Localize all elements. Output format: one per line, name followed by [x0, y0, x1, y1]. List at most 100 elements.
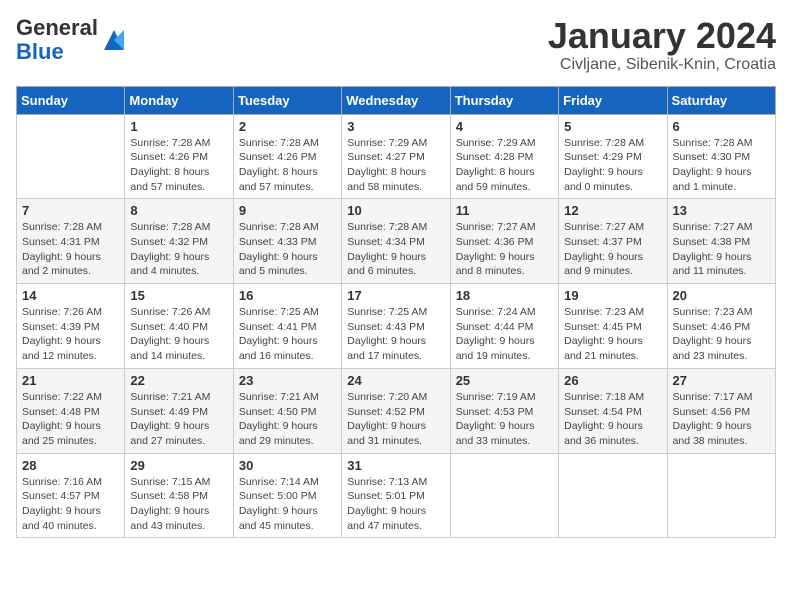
calendar-cell: 25 Sunrise: 7:19 AM Sunset: 4:53 PM Dayli…	[450, 368, 558, 453]
day-number: 28	[22, 458, 119, 473]
page-header: General Blue January 2024 Civljane, Sibe…	[16, 16, 776, 74]
day-info: Sunrise: 7:28 AM Sunset: 4:26 PM Dayligh…	[239, 136, 336, 195]
logo-general-text: General	[16, 15, 98, 40]
calendar-cell: 6Sunrise: 7:28 AM Sunset: 4:30 PM Daylig…	[667, 114, 775, 199]
day-info: Sunrise: 7:18 AM Sunset: 4:54 PM Dayligh…	[564, 390, 661, 449]
calendar-week-row: 1Sunrise: 7:28 AM Sunset: 4:26 PM Daylig…	[17, 114, 776, 199]
day-number: 20	[673, 288, 770, 303]
calendar-cell: 23Sunrise: 7:21 AM Sunset: 4:50 PM Dayli…	[233, 368, 341, 453]
column-header-thursday: Thursday	[450, 86, 558, 114]
calendar-cell: 7Sunrise: 7:28 AM Sunset: 4:31 PM Daylig…	[17, 199, 125, 284]
calendar-cell: 22Sunrise: 7:21 AM Sunset: 4:49 PM Dayli…	[125, 368, 233, 453]
day-number: 9	[239, 203, 336, 218]
calendar-cell: 30Sunrise: 7:14 AM Sunset: 5:00 PM Dayli…	[233, 453, 341, 538]
day-number: 2	[239, 119, 336, 134]
calendar-cell: 2 Sunrise: 7:28 AM Sunset: 4:26 PM Daylig…	[233, 114, 341, 199]
day-number: 19	[564, 288, 661, 303]
calendar-cell: 16 Sunrise: 7:25 AM Sunset: 4:41 PM Dayli…	[233, 284, 341, 369]
column-header-sunday: Sunday	[17, 86, 125, 114]
day-number: 26	[564, 373, 661, 388]
calendar-cell: 8 Sunrise: 7:28 AM Sunset: 4:32 PM Daylig…	[125, 199, 233, 284]
calendar-week-row: 21Sunrise: 7:22 AM Sunset: 4:48 PM Dayli…	[17, 368, 776, 453]
day-info: Sunrise: 7:19 AM Sunset: 4:53 PM Dayligh…	[456, 390, 553, 449]
day-number: 24	[347, 373, 444, 388]
column-header-saturday: Saturday	[667, 86, 775, 114]
day-number: 16	[239, 288, 336, 303]
calendar-cell: 19 Sunrise: 7:23 AM Sunset: 4:45 PM Dayli…	[559, 284, 667, 369]
day-info: Sunrise: 7:21 AM Sunset: 4:50 PM Dayligh…	[239, 390, 336, 449]
calendar-cell: 5 Sunrise: 7:28 AM Sunset: 4:29 PM Daylig…	[559, 114, 667, 199]
day-info: Sunrise: 7:21 AM Sunset: 4:49 PM Dayligh…	[130, 390, 227, 449]
column-header-monday: Monday	[125, 86, 233, 114]
calendar-cell: 20 Sunrise: 7:23 AM Sunset: 4:46 PM Dayli…	[667, 284, 775, 369]
day-info: Sunrise: 7:27 AM Sunset: 4:37 PM Dayligh…	[564, 220, 661, 279]
calendar-cell: 21Sunrise: 7:22 AM Sunset: 4:48 PM Dayli…	[17, 368, 125, 453]
day-number: 25	[456, 373, 553, 388]
page-subtitle: Civljane, Sibenik-Knin, Croatia	[548, 56, 776, 74]
day-info: Sunrise: 7:23 AM Sunset: 4:45 PM Dayligh…	[564, 305, 661, 364]
day-number: 13	[673, 203, 770, 218]
day-number: 18	[456, 288, 553, 303]
calendar-cell	[450, 453, 558, 538]
calendar-cell: 31 Sunrise: 7:13 AM Sunset: 5:01 PM Dayli…	[342, 453, 450, 538]
day-info: Sunrise: 7:28 AM Sunset: 4:33 PM Dayligh…	[239, 220, 336, 279]
column-header-wednesday: Wednesday	[342, 86, 450, 114]
day-number: 15	[130, 288, 227, 303]
day-number: 29	[130, 458, 227, 473]
calendar-week-row: 7Sunrise: 7:28 AM Sunset: 4:31 PM Daylig…	[17, 199, 776, 284]
day-info: Sunrise: 7:26 AM Sunset: 4:40 PM Dayligh…	[130, 305, 227, 364]
calendar-cell: 11 Sunrise: 7:27 AM Sunset: 4:36 PM Dayli…	[450, 199, 558, 284]
day-info: Sunrise: 7:14 AM Sunset: 5:00 PM Dayligh…	[239, 475, 336, 534]
calendar-table: SundayMondayTuesdayWednesdayThursdayFrid…	[16, 86, 776, 539]
day-info: Sunrise: 7:20 AM Sunset: 4:52 PM Dayligh…	[347, 390, 444, 449]
calendar-week-row: 28 Sunrise: 7:16 AM Sunset: 4:57 PM Dayli…	[17, 453, 776, 538]
title-block: January 2024 Civljane, Sibenik-Knin, Cro…	[548, 16, 776, 74]
day-info: Sunrise: 7:25 AM Sunset: 4:43 PM Dayligh…	[347, 305, 444, 364]
day-number: 11	[456, 203, 553, 218]
day-number: 5	[564, 119, 661, 134]
day-info: Sunrise: 7:15 AM Sunset: 4:58 PM Dayligh…	[130, 475, 227, 534]
calendar-cell: 29 Sunrise: 7:15 AM Sunset: 4:58 PM Dayli…	[125, 453, 233, 538]
calendar-cell: 27 Sunrise: 7:17 AM Sunset: 4:56 PM Dayli…	[667, 368, 775, 453]
day-number: 6	[673, 119, 770, 134]
day-info: Sunrise: 7:28 AM Sunset: 4:32 PM Dayligh…	[130, 220, 227, 279]
day-info: Sunrise: 7:28 AM Sunset: 4:34 PM Dayligh…	[347, 220, 444, 279]
day-number: 4	[456, 119, 553, 134]
day-info: Sunrise: 7:22 AM Sunset: 4:48 PM Dayligh…	[22, 390, 119, 449]
day-info: Sunrise: 7:26 AM Sunset: 4:39 PM Dayligh…	[22, 305, 119, 364]
calendar-cell: 4 Sunrise: 7:29 AM Sunset: 4:28 PM Daylig…	[450, 114, 558, 199]
calendar-cell: 10 Sunrise: 7:28 AM Sunset: 4:34 PM Dayli…	[342, 199, 450, 284]
calendar-header-row: SundayMondayTuesdayWednesdayThursdayFrid…	[17, 86, 776, 114]
day-number: 14	[22, 288, 119, 303]
calendar-cell	[667, 453, 775, 538]
day-info: Sunrise: 7:16 AM Sunset: 4:57 PM Dayligh…	[22, 475, 119, 534]
day-number: 31	[347, 458, 444, 473]
calendar-cell: 26 Sunrise: 7:18 AM Sunset: 4:54 PM Dayli…	[559, 368, 667, 453]
day-info: Sunrise: 7:29 AM Sunset: 4:28 PM Dayligh…	[456, 136, 553, 195]
day-info: Sunrise: 7:27 AM Sunset: 4:38 PM Dayligh…	[673, 220, 770, 279]
day-number: 17	[347, 288, 444, 303]
day-info: Sunrise: 7:17 AM Sunset: 4:56 PM Dayligh…	[673, 390, 770, 449]
day-number: 12	[564, 203, 661, 218]
day-info: Sunrise: 7:29 AM Sunset: 4:27 PM Dayligh…	[347, 136, 444, 195]
day-number: 7	[22, 203, 119, 218]
calendar-cell: 17 Sunrise: 7:25 AM Sunset: 4:43 PM Dayli…	[342, 284, 450, 369]
day-info: Sunrise: 7:25 AM Sunset: 4:41 PM Dayligh…	[239, 305, 336, 364]
day-number: 27	[673, 373, 770, 388]
day-info: Sunrise: 7:28 AM Sunset: 4:26 PM Dayligh…	[130, 136, 227, 195]
column-header-friday: Friday	[559, 86, 667, 114]
day-info: Sunrise: 7:28 AM Sunset: 4:29 PM Dayligh…	[564, 136, 661, 195]
day-number: 3	[347, 119, 444, 134]
calendar-cell: 3 Sunrise: 7:29 AM Sunset: 4:27 PM Daylig…	[342, 114, 450, 199]
calendar-cell: 14 Sunrise: 7:26 AM Sunset: 4:39 PM Dayli…	[17, 284, 125, 369]
calendar-cell: 28 Sunrise: 7:16 AM Sunset: 4:57 PM Dayli…	[17, 453, 125, 538]
column-header-tuesday: Tuesday	[233, 86, 341, 114]
day-info: Sunrise: 7:23 AM Sunset: 4:46 PM Dayligh…	[673, 305, 770, 364]
day-number: 8	[130, 203, 227, 218]
calendar-cell: 9 Sunrise: 7:28 AM Sunset: 4:33 PM Daylig…	[233, 199, 341, 284]
day-number: 10	[347, 203, 444, 218]
day-info: Sunrise: 7:27 AM Sunset: 4:36 PM Dayligh…	[456, 220, 553, 279]
calendar-cell	[559, 453, 667, 538]
logo-blue-text: Blue	[16, 39, 64, 64]
day-info: Sunrise: 7:13 AM Sunset: 5:01 PM Dayligh…	[347, 475, 444, 534]
